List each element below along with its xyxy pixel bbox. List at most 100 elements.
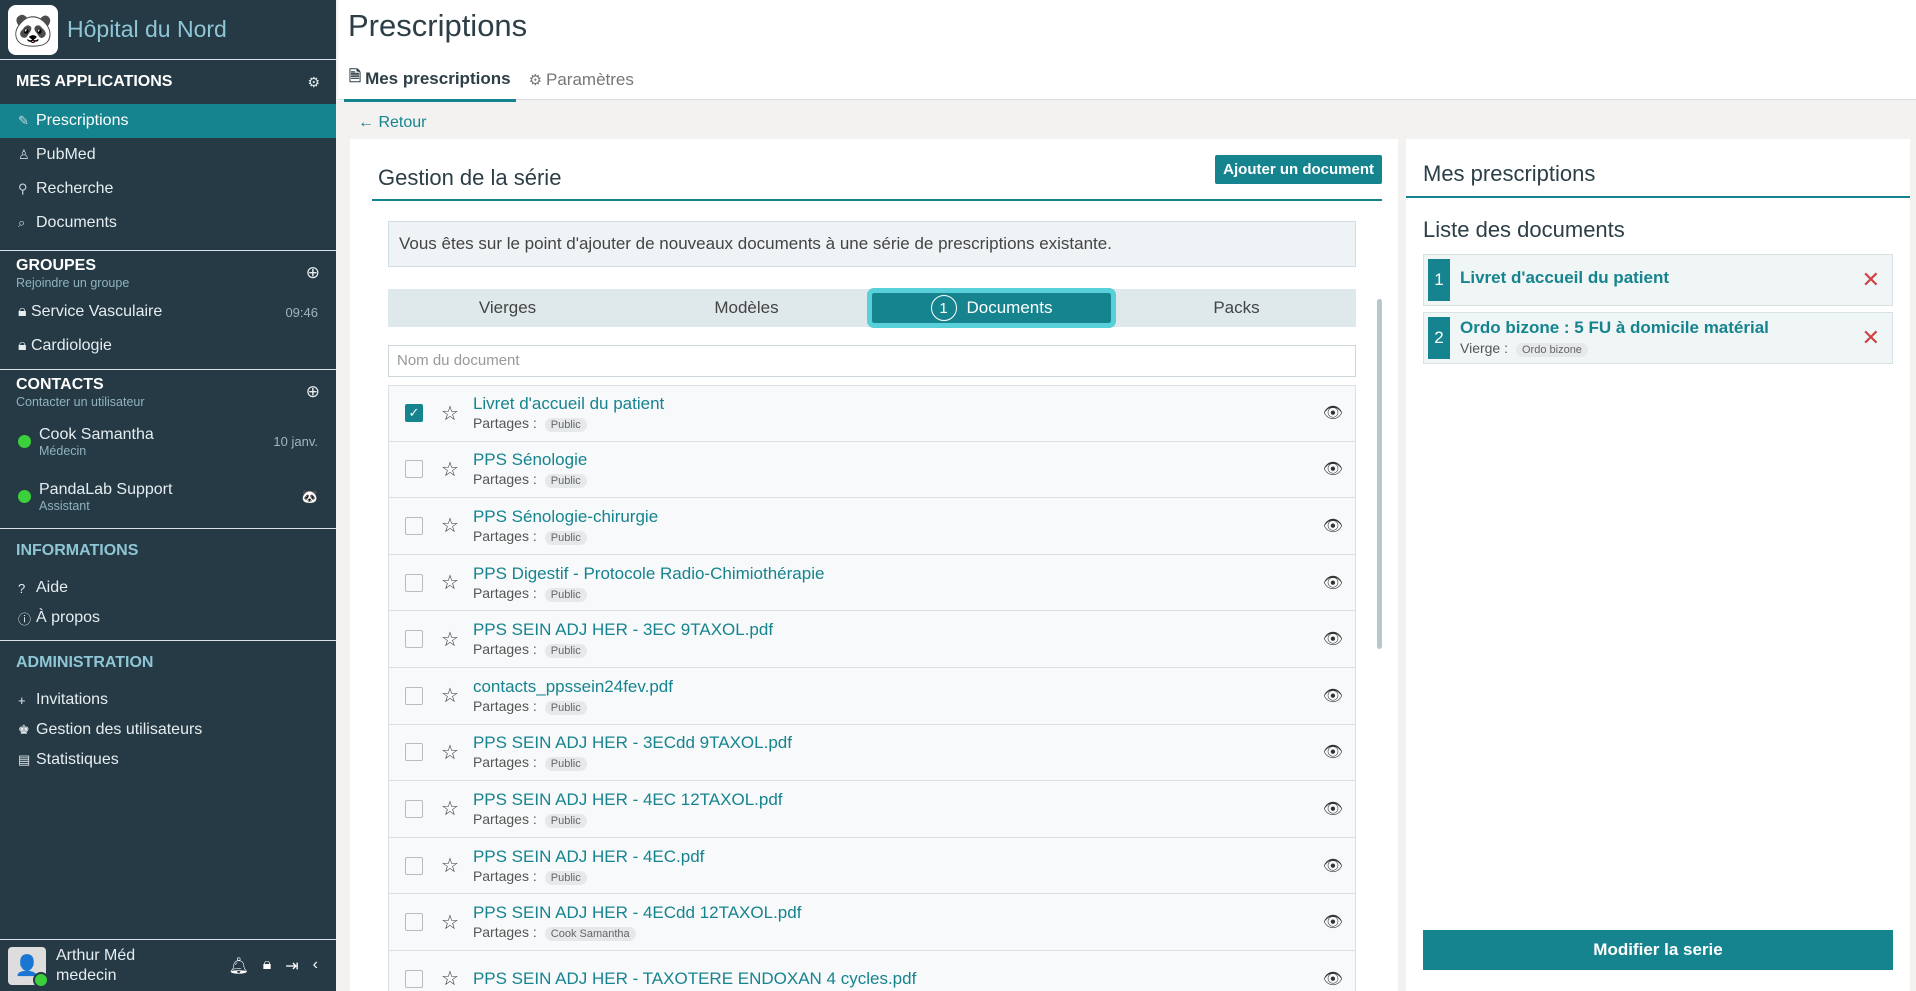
checkbox[interactable] [405, 913, 423, 932]
sidebar-item-prescriptions[interactable]: ✎ Prescriptions [0, 104, 336, 138]
eye-icon[interactable]: 👁︎ [1323, 969, 1343, 989]
eye-icon[interactable]: 👁︎ [1323, 912, 1343, 932]
sidebar-item-recherche[interactable]: ⚲ Recherche [0, 172, 336, 206]
checkbox[interactable] [405, 686, 423, 705]
document-type-selector: Vierges Modèles 1 Documents Packs [388, 288, 1356, 328]
checkbox[interactable] [405, 460, 423, 479]
contact-item[interactable]: PandaLab Support Assistant 🐼 [0, 469, 336, 524]
document-search-input[interactable]: Nom du document [388, 345, 1356, 377]
add-group-icon[interactable]: ⊕ [306, 263, 320, 283]
eye-icon[interactable]: 👁︎ [1323, 686, 1343, 706]
star-icon[interactable]: ☆ [441, 683, 459, 708]
contact-item[interactable]: Cook Samantha Médecin 10 janv. [0, 414, 336, 469]
add-contact-icon[interactable]: ⊕ [306, 382, 320, 402]
join-group-link[interactable]: Rejoindre un groupe [16, 276, 129, 290]
sidebar-item-cardiologie[interactable]: 🔒︎ Cardiologie [0, 329, 336, 363]
segment-vierges[interactable]: Vierges [388, 289, 627, 327]
sidebar-item-service-vasculaire[interactable]: 🔒︎ Service Vasculaire 09:46 [0, 295, 336, 329]
scrollbar[interactable] [1377, 299, 1382, 649]
sidebar-item-a-propos[interactable]: ⓘ À propos [0, 603, 336, 633]
checkbox[interactable] [405, 799, 423, 818]
list-item[interactable]: ☆ PPS Digestif - Protocole Radio-Chimiot… [388, 554, 1356, 612]
lock-icon[interactable]: 🔒︎ [263, 956, 272, 976]
segment-modeles[interactable]: Modèles [627, 289, 866, 327]
bell-icon[interactable]: 🔔︎ [228, 956, 248, 976]
contact-user-link[interactable]: Contacter un utilisateur [16, 395, 145, 409]
sidebar-item-invitations[interactable]: + Invitations [0, 685, 336, 715]
tab-mes-prescriptions[interactable]: 🗎 Mes prescriptions [344, 62, 516, 102]
contact-role: Assistant [39, 498, 90, 513]
document-name[interactable]: PPS SEIN ADJ HER - 3ECdd 9TAXOL.pdf [473, 733, 792, 753]
sidebar-item-aide[interactable]: ? Aide [0, 573, 336, 603]
document-name[interactable]: PPS SEIN ADJ HER - 4ECdd 12TAXOL.pdf [473, 903, 802, 923]
checkbox[interactable] [405, 743, 423, 762]
gear-icon[interactable]: ⚙ [307, 74, 320, 91]
selected-document-item[interactable]: 1 Livret d'accueil du patient ✕ [1423, 254, 1893, 306]
segment-documents[interactable]: 1 Documents [867, 288, 1116, 328]
list-item[interactable]: ☆ PPS SEIN ADJ HER - 4ECdd 12TAXOL.pdf P… [388, 894, 1356, 951]
brand[interactable]: 🐼 Hôpital du Nord [0, 0, 336, 60]
list-item[interactable]: ☆ PPS SEIN ADJ HER - 3ECdd 9TAXOL.pdf Pa… [388, 724, 1356, 782]
sidebar-item-pubmed[interactable]: ♙ PubMed [0, 138, 336, 172]
document-name[interactable]: PPS SEIN ADJ HER - 4EC.pdf [473, 847, 704, 867]
document-name[interactable]: PPS SEIN ADJ HER - TAXOTERE ENDOXAN 4 cy… [473, 969, 916, 989]
sidebar-item-documents[interactable]: ⌕ Documents [0, 206, 336, 240]
list-item[interactable]: ☆ PPS SEIN ADJ HER - 4EC.pdf Partages : P… [388, 837, 1356, 895]
document-name[interactable]: PPS Digestif - Protocole Radio-Chimiothé… [473, 564, 825, 584]
remove-icon[interactable]: ✕ [1862, 267, 1880, 293]
star-icon[interactable]: ☆ [441, 853, 459, 878]
eye-icon[interactable]: 👁︎ [1323, 403, 1343, 423]
document-list: ✓ ☆ Livret d'accueil du patient Partages… [388, 385, 1356, 991]
checkbox-checked[interactable]: ✓ [405, 404, 423, 423]
star-icon[interactable]: ☆ [441, 910, 459, 935]
tab-parametres[interactable]: ⚙ Paramètres [524, 62, 639, 102]
checkbox[interactable] [405, 630, 423, 649]
eye-icon[interactable]: 👁︎ [1323, 573, 1343, 593]
document-name[interactable]: Livret d'accueil du patient [473, 394, 664, 414]
checkbox[interactable] [405, 516, 423, 535]
star-icon[interactable]: ☆ [441, 401, 459, 426]
checkbox[interactable] [405, 856, 423, 875]
add-document-button[interactable]: Ajouter un document [1215, 155, 1382, 184]
eye-icon[interactable]: 👁︎ [1323, 629, 1343, 649]
sidebar-item-gestion-utilisateurs[interactable]: ♚ Gestion des utilisateurs [0, 715, 336, 745]
list-item[interactable]: ☆ PPS Sénologie Partages : Public 👁︎ [388, 441, 1356, 499]
star-icon[interactable]: ☆ [441, 457, 459, 482]
selected-document-item[interactable]: 2 Ordo bizone : 5 FU à domicile matérial… [1423, 312, 1893, 364]
search-icon: ⚲ [18, 181, 28, 196]
collapse-sidebar-icon[interactable]: ‹ [313, 956, 318, 976]
list-item[interactable]: ☆ contacts_ppssein24fev.pdf Partages : Pu… [388, 667, 1356, 725]
star-icon[interactable]: ☆ [441, 966, 459, 991]
checkbox[interactable] [405, 969, 423, 988]
checkbox[interactable] [405, 573, 423, 592]
document-name[interactable]: PPS Sénologie-chirurgie [473, 507, 658, 527]
modify-series-button[interactable]: Modifier la serie [1423, 930, 1893, 970]
eye-icon[interactable]: 👁︎ [1323, 516, 1343, 536]
document-name[interactable]: PPS Sénologie [473, 450, 587, 470]
document-name[interactable]: PPS SEIN ADJ HER - 4EC 12TAXOL.pdf [473, 790, 783, 810]
sidebar-item-statistiques[interactable]: ▤ Statistiques [0, 745, 336, 775]
document-name[interactable]: PPS SEIN ADJ HER - 3EC 9TAXOL.pdf [473, 620, 773, 640]
eye-icon[interactable]: 👁︎ [1323, 742, 1343, 762]
segment-packs[interactable]: Packs [1117, 289, 1356, 327]
lock-icon: 🔒︎ [18, 337, 31, 354]
back-link[interactable]: ← Retour [358, 114, 426, 132]
star-icon[interactable]: ☆ [441, 796, 459, 821]
group-time: 09:46 [285, 304, 318, 320]
list-item[interactable]: ✓ ☆ Livret d'accueil du patient Partages… [388, 385, 1356, 442]
document-name[interactable]: contacts_ppssein24fev.pdf [473, 677, 673, 697]
avatar[interactable]: 👤 [8, 946, 49, 988]
list-item[interactable]: ☆ PPS SEIN ADJ HER - TAXOTERE ENDOXAN 4 … [388, 950, 1356, 991]
logout-icon[interactable]: ⇥ [285, 956, 298, 976]
star-icon[interactable]: ☆ [441, 570, 459, 595]
star-icon[interactable]: ☆ [441, 740, 459, 765]
list-item[interactable]: ☆ PPS Sénologie-chirurgie Partages : Publ… [388, 498, 1356, 555]
remove-icon[interactable]: ✕ [1862, 325, 1880, 351]
list-item[interactable]: ☆ PPS SEIN ADJ HER - 4EC 12TAXOL.pdf Par… [388, 781, 1356, 838]
eye-icon[interactable]: 👁︎ [1323, 459, 1343, 479]
list-item[interactable]: ☆ PPS SEIN ADJ HER - 3EC 9TAXOL.pdf Part… [388, 611, 1356, 668]
star-icon[interactable]: ☆ [441, 513, 459, 538]
star-icon[interactable]: ☆ [441, 627, 459, 652]
eye-icon[interactable]: 👁︎ [1323, 799, 1343, 819]
eye-icon[interactable]: 👁︎ [1323, 856, 1343, 876]
